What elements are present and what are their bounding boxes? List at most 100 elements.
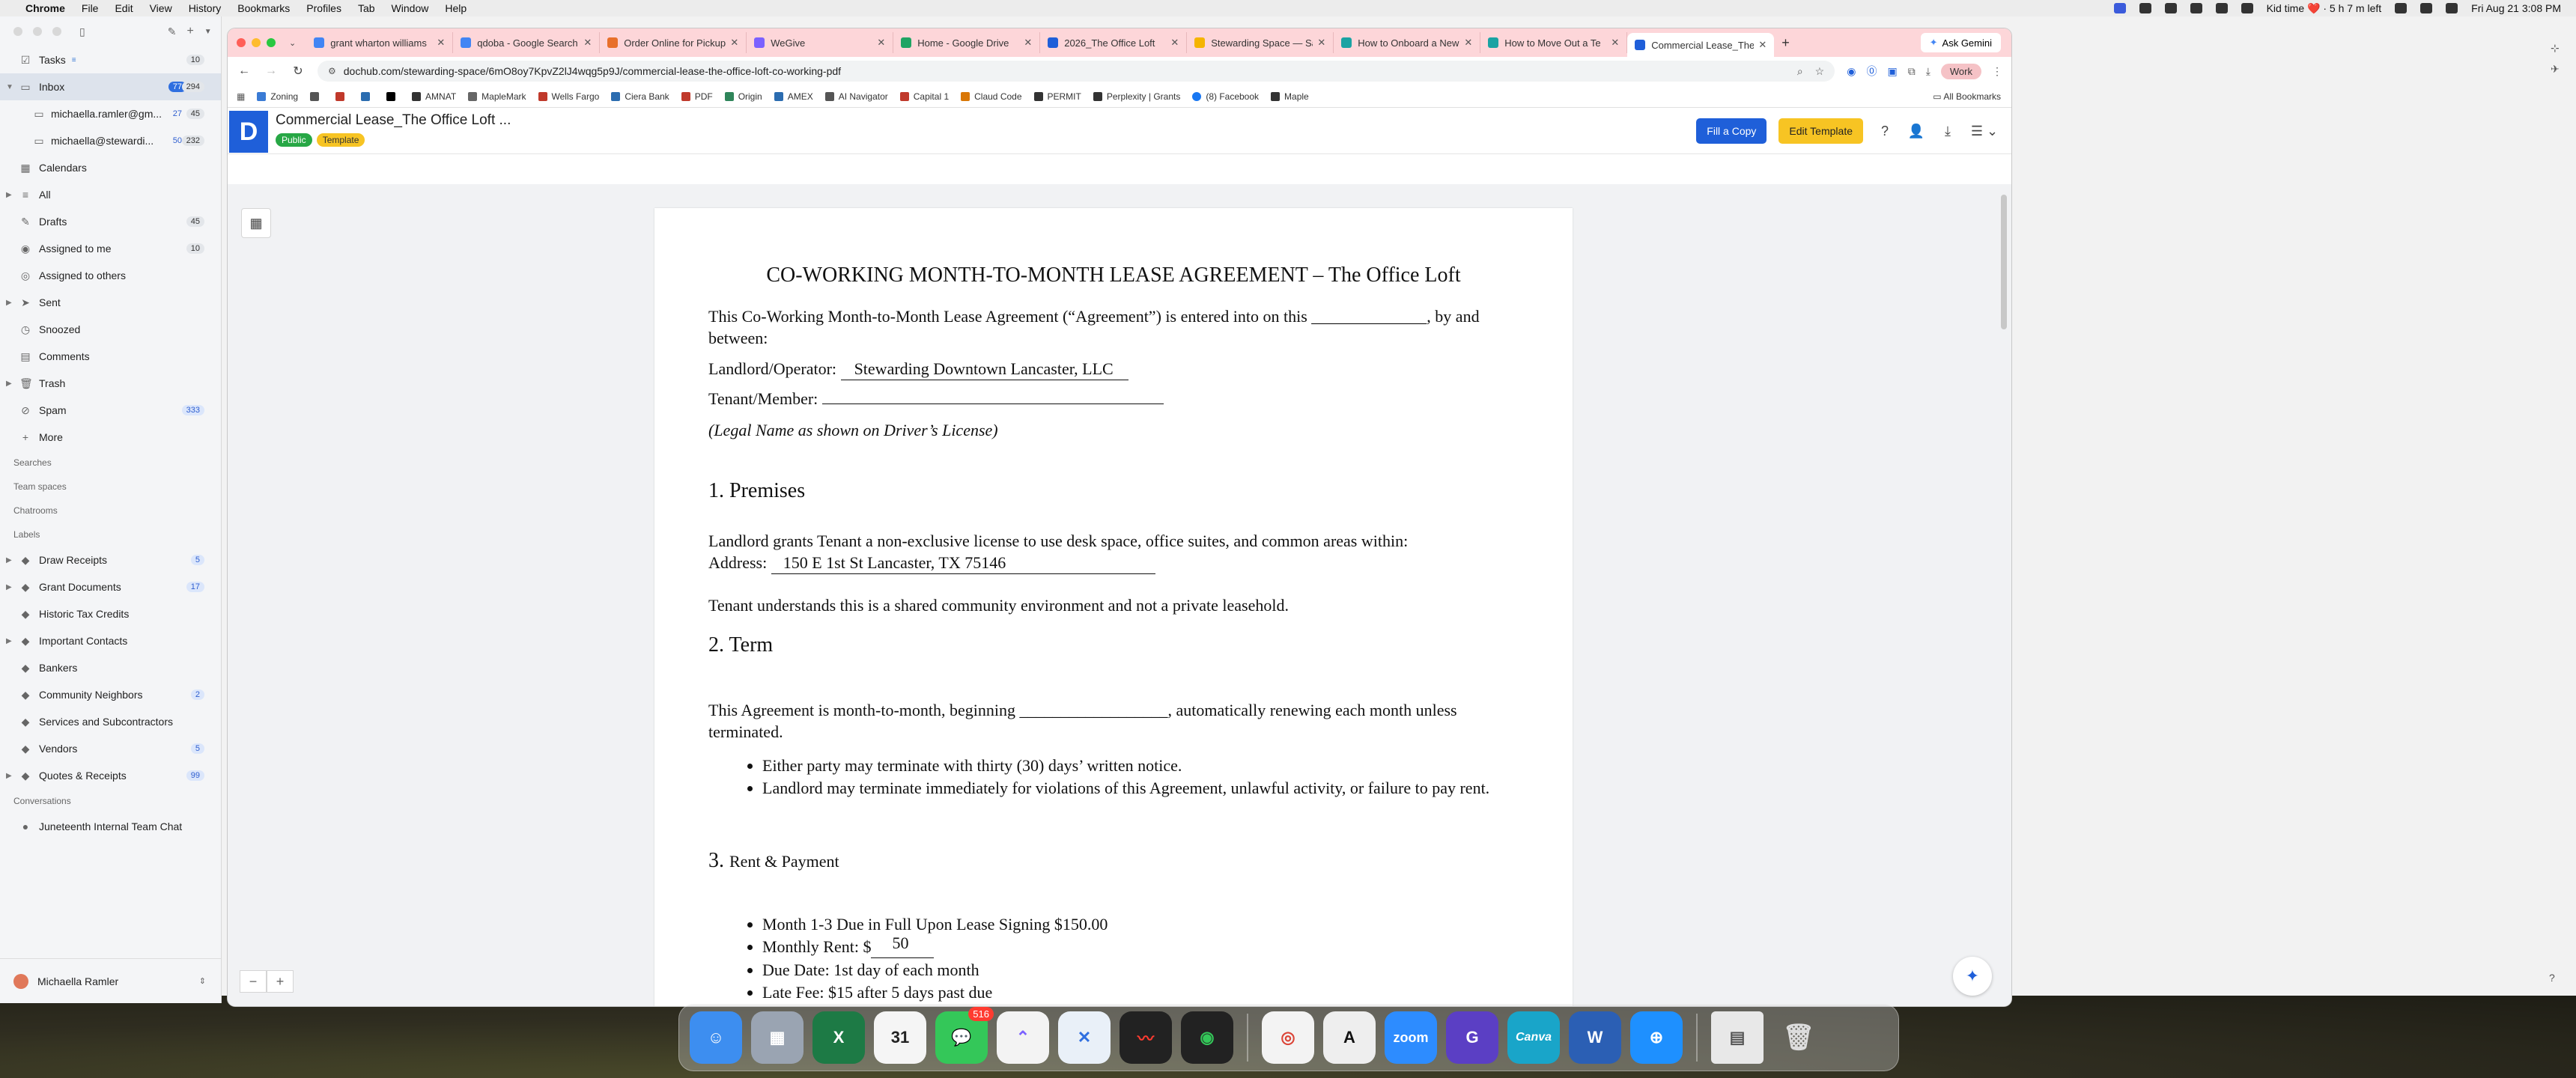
window-close-icon[interactable]: [237, 38, 246, 47]
kebab-menu-icon[interactable]: ⋮: [1992, 65, 2002, 78]
bookmark-origin[interactable]: Origin: [724, 91, 762, 102]
menu-file[interactable]: File: [82, 2, 99, 14]
close-tab-icon[interactable]: ✕: [730, 37, 738, 49]
menu-history[interactable]: History: [189, 2, 222, 14]
sidebar-item-assigned-to-me[interactable]: ◉ Assigned to me 10: [0, 235, 221, 262]
zoom-in-icon[interactable]: +: [267, 970, 294, 993]
extensions-puzzle-icon[interactable]: ⧉: [1908, 65, 1916, 78]
hamburger-menu-icon[interactable]: ☰ ⌄: [1969, 124, 1999, 139]
sidebar-item-comments[interactable]: ▤ Comments: [0, 343, 221, 370]
zoom-app-icon[interactable]: zoom: [1385, 1011, 1437, 1064]
address-field[interactable]: 150 E 1st St Lancaster, TX 75146: [771, 552, 1156, 574]
bookmark-icon-only[interactable]: [386, 91, 400, 101]
share-user-icon[interactable]: 👤: [1907, 124, 1926, 139]
document-scrollbar[interactable]: [2001, 195, 2007, 329]
sidebar-section-team-spaces[interactable]: Team spaces: [0, 475, 221, 499]
close-tab-icon[interactable]: ✕: [437, 37, 445, 49]
profile-button[interactable]: Work: [1940, 63, 1981, 79]
bookmark-pdf[interactable]: PDF: [681, 91, 713, 102]
desktop-right-icon[interactable]: ✈: [2551, 63, 2560, 76]
password-manager-icon[interactable]: ⓪: [1866, 64, 1877, 79]
status-icon[interactable]: [2190, 3, 2202, 13]
menu-bookmarks[interactable]: Bookmarks: [237, 2, 290, 14]
bookmark-wells-fargo[interactable]: Wells Fargo: [538, 91, 599, 102]
chevron-right-icon[interactable]: ▶: [6, 299, 12, 307]
sidebar-label-important-contacts[interactable]: ▶ ◆ Important Contacts: [0, 627, 221, 654]
chevron-right-icon[interactable]: ▶: [6, 583, 12, 591]
excel-icon[interactable]: X: [812, 1011, 865, 1064]
launchpad-icon[interactable]: ▦: [751, 1011, 804, 1064]
sidebar-item-assigned-to-others[interactable]: ◎ Assigned to others: [0, 262, 221, 289]
bookmark-maplemark[interactable]: MapleMark: [468, 91, 526, 102]
desktop-right-icon[interactable]: ⊹: [2551, 42, 2560, 55]
sidebar-label-historic-tax-credits[interactable]: ◆ Historic Tax Credits: [0, 600, 221, 627]
sidebar-item-account-gmail[interactable]: ▭ michaella.ramler@gm... 27 45: [0, 100, 221, 127]
sidebar-section-labels[interactable]: Labels: [0, 523, 221, 546]
sidebar-label-bankers[interactable]: ◆ Bankers: [0, 654, 221, 681]
grammarly-icon[interactable]: G: [1446, 1011, 1498, 1064]
close-tab-icon[interactable]: ✕: [1758, 39, 1767, 51]
download-icon[interactable]: ⤓: [1926, 65, 1931, 78]
bookmark-capital-1[interactable]: Capital 1: [899, 91, 949, 102]
spark-mail-icon[interactable]: ✕: [1058, 1011, 1111, 1064]
public-badge[interactable]: Public: [276, 133, 312, 147]
sidebar-label-vendors[interactable]: ◆ Vendors 5: [0, 735, 221, 762]
control-center-icon[interactable]: [2446, 3, 2458, 13]
site-info-icon[interactable]: ⚙: [328, 66, 336, 76]
word-icon[interactable]: W: [1569, 1011, 1621, 1064]
siri-icon[interactable]: ◉: [1181, 1011, 1233, 1064]
search-icon[interactable]: [2420, 3, 2433, 13]
calendar-icon[interactable]: 31: [874, 1011, 926, 1064]
voice-memos-icon[interactable]: 〰: [1120, 1011, 1172, 1064]
sidebar-item-drafts[interactable]: ✎ Drafts 45: [0, 208, 221, 235]
traffic-zoom-icon[interactable]: [52, 27, 61, 36]
bookmark-icon-only[interactable]: [335, 91, 349, 101]
menu-help[interactable]: Help: [445, 2, 467, 14]
tab[interactable]: WeGive ✕: [747, 32, 894, 53]
menu-tab[interactable]: Tab: [358, 2, 375, 14]
traffic-close-icon[interactable]: [13, 27, 22, 36]
bookmark-amex[interactable]: AMEX: [774, 91, 813, 102]
chevron-down-icon[interactable]: ▼: [6, 83, 13, 91]
canva-icon[interactable]: Canva: [1507, 1011, 1560, 1064]
sidebar-item-more[interactable]: + More: [0, 424, 221, 451]
tab-active[interactable]: Commercial Lease_The ✕: [1627, 33, 1775, 57]
chevron-right-icon[interactable]: ▶: [6, 556, 12, 564]
menu-app[interactable]: Chrome: [25, 2, 65, 14]
close-tab-icon[interactable]: ✕: [1464, 37, 1472, 49]
close-tab-icon[interactable]: ✕: [1317, 37, 1325, 49]
sidebar-section-conversations[interactable]: Conversations: [0, 789, 221, 813]
sidebar-item-snoozed[interactable]: ◷ Snoozed: [0, 316, 221, 343]
all-bookmarks[interactable]: ▭ All Bookmarks: [1933, 91, 2001, 102]
status-icon[interactable]: [2215, 3, 2228, 13]
account-switcher[interactable]: Michaella Ramler ⇕: [0, 958, 221, 1003]
chrome-icon[interactable]: ◎: [1262, 1011, 1314, 1064]
sidebar-item-inbox[interactable]: ▼ ▭ Inbox 77 294: [0, 73, 221, 100]
help-icon[interactable]: ?: [2549, 972, 2555, 984]
back-icon[interactable]: ←: [237, 64, 252, 78]
safari-icon[interactable]: ⊕: [1630, 1011, 1683, 1064]
bookmark-ciera-bank[interactable]: Ciera Bank: [611, 91, 669, 102]
anthropic-icon[interactable]: A: [1323, 1011, 1376, 1064]
finder-icon[interactable]: ☺: [690, 1011, 742, 1064]
document-viewer[interactable]: ▦ CO-WORKING MONTH-TO-MONTH LEASE AGREEM…: [228, 184, 2011, 1006]
sidebar-item-spam[interactable]: ⊘ Spam 333: [0, 397, 221, 424]
menu-window[interactable]: Window: [392, 2, 429, 14]
window-zoom-icon[interactable]: [267, 38, 276, 47]
add-icon[interactable]: +: [186, 25, 193, 38]
download-icon[interactable]: ⤓: [1938, 124, 1957, 139]
bookmark-star-icon[interactable]: ☆: [1815, 65, 1825, 78]
bookmark-maple[interactable]: Maple: [1271, 91, 1309, 102]
page-thumbnails-icon[interactable]: ▦: [241, 208, 271, 238]
document-title[interactable]: Commercial Lease_The Office Loft ...: [276, 112, 511, 129]
sidebar-label-services-subcontractors[interactable]: ◆ Services and Subcontractors: [0, 708, 221, 735]
bookmark-icon-only[interactable]: [361, 91, 374, 101]
bookmark-facebook[interactable]: (8) Facebook: [1192, 91, 1259, 102]
downloads-stack-icon[interactable]: ▤: [1711, 1011, 1764, 1064]
sidebar-conversation-juneteenth[interactable]: ● Juneteenth Internal Team Chat: [0, 813, 221, 840]
menu-profiles[interactable]: Profiles: [306, 2, 341, 14]
tab[interactable]: Stewarding Space — Sa ✕: [1187, 32, 1334, 53]
sidebar-label-community-neighbors[interactable]: ◆ Community Neighbors 2: [0, 681, 221, 708]
sidebar-item-all[interactable]: ▶ ≡ All: [0, 181, 221, 208]
help-icon[interactable]: ?: [1875, 124, 1895, 139]
